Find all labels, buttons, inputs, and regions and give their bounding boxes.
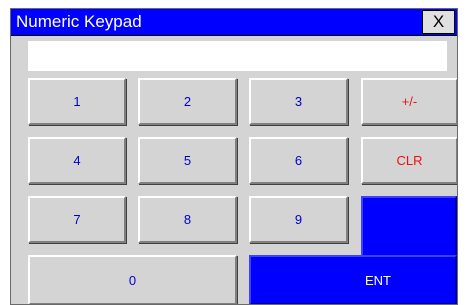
close-button[interactable]: X: [422, 10, 455, 34]
key-2-button[interactable]: 2: [138, 78, 237, 125]
key-1-button[interactable]: 1: [28, 78, 126, 125]
key-3-button[interactable]: 3: [249, 78, 348, 125]
key-4-button[interactable]: 4: [28, 137, 126, 184]
plus-minus-button[interactable]: +/-: [361, 78, 457, 125]
title-bar: Numeric Keypad X: [11, 9, 457, 36]
key-8-button[interactable]: 8: [138, 196, 237, 243]
key-6-button[interactable]: 6: [249, 137, 348, 184]
key-7-button[interactable]: 7: [28, 196, 126, 243]
key-0-button[interactable]: 0: [28, 255, 237, 304]
key-5-button[interactable]: 5: [138, 137, 237, 184]
keypad-display[interactable]: [28, 41, 447, 71]
window-title: Numeric Keypad: [16, 12, 142, 31]
key-9-button[interactable]: 9: [249, 196, 348, 243]
enter-button[interactable]: ENT: [249, 255, 457, 304]
clear-button[interactable]: CLR: [361, 137, 457, 184]
numeric-keypad-window: Numeric Keypad X 1 2 3 +/- 4 5 6 CLR 7 8…: [10, 8, 458, 305]
